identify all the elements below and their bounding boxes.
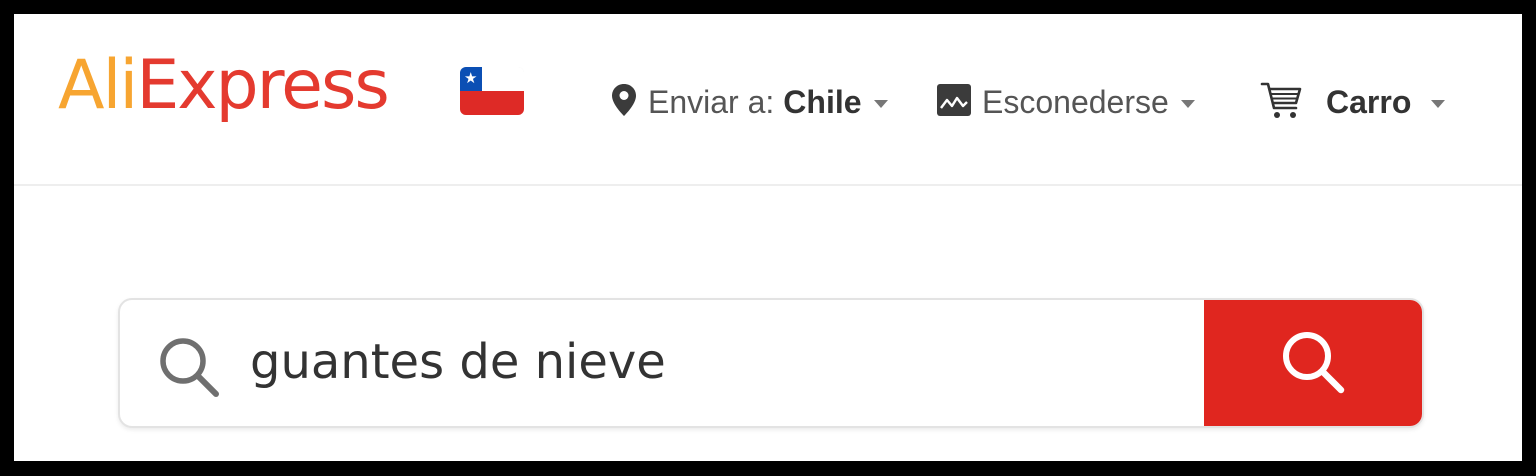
image-icon [936,83,972,122]
cart-icon [1260,80,1304,125]
hide-menu[interactable]: Esconederse [936,80,1195,124]
location-pin-icon [610,83,638,122]
top-header: AliExpress ★ Enviar a: Chile Esconederse… [14,14,1522,186]
hide-label: Esconederse [982,83,1169,120]
chile-flag-icon[interactable]: ★ [460,67,524,115]
search-icon [1280,329,1346,398]
search-button[interactable] [1204,300,1422,426]
cart-menu[interactable]: Carro [1260,80,1446,125]
ship-to-label: Enviar a: [648,83,775,120]
cart-label: Carro [1326,83,1412,120]
search-input[interactable] [250,328,1190,396]
search-icon [158,336,220,403]
chevron-down-icon [1431,100,1446,108]
ship-to-menu[interactable]: Enviar a: Chile [610,80,888,124]
aliexpress-logo[interactable]: AliExpress [58,52,390,120]
ship-to-country: Chile [783,83,862,120]
chevron-down-icon [873,100,888,108]
page-frame: AliExpress ★ Enviar a: Chile Esconederse… [14,14,1522,461]
logo-express-text: Express [136,46,390,125]
logo-ali-text: Ali [58,46,138,125]
search-bar [118,298,1424,428]
chevron-down-icon [1180,100,1195,108]
